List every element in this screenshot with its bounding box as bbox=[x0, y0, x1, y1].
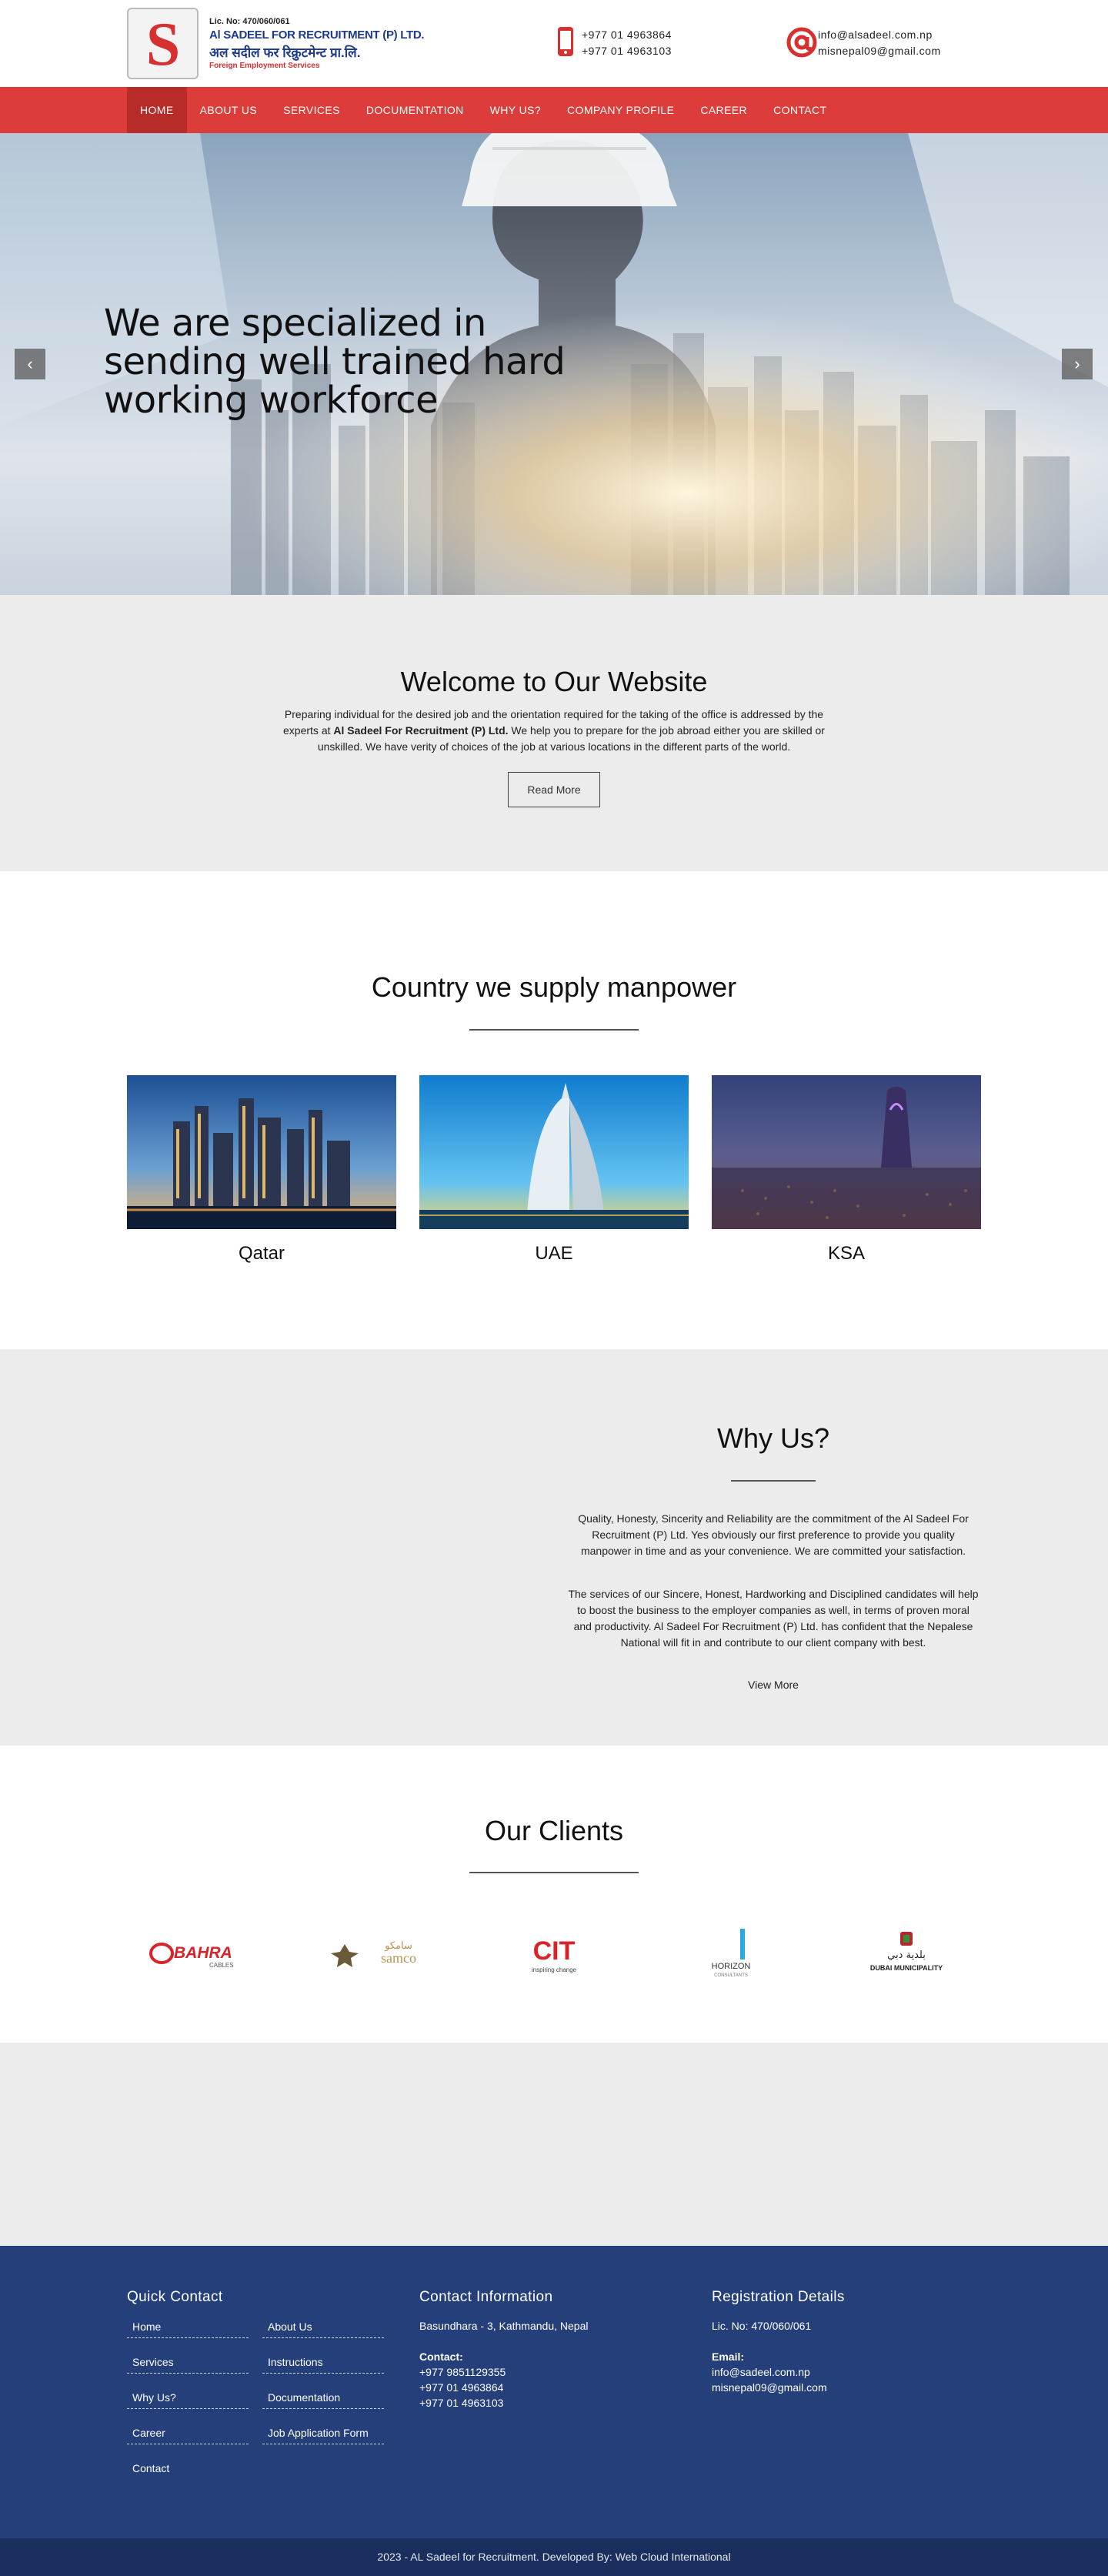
logo-tagline: Foreign Employment Services bbox=[209, 62, 320, 70]
uae-image bbox=[419, 1075, 689, 1229]
why-us-divider bbox=[731, 1480, 816, 1482]
hero-title: We are specialized in sending well train… bbox=[104, 302, 566, 422]
client-logo-dubai-municipality[interactable]: بلدية دبي DUBAI MUNICIPALITY bbox=[841, 1923, 972, 1984]
welcome-title: Welcome to Our Website bbox=[400, 666, 708, 697]
why-us-title: Why Us? bbox=[716, 1422, 830, 1454]
footer-link-why-us[interactable]: Why Us? bbox=[127, 2389, 249, 2409]
footer-link-contact[interactable]: Contact bbox=[127, 2460, 249, 2480]
client-logo-horizon-text: HORIZON bbox=[712, 1962, 751, 1971]
hero-slider: We are specialized in sending well train… bbox=[0, 133, 1108, 595]
client-logo-samco-text: samco bbox=[381, 1950, 416, 1966]
footer-link-services[interactable]: Services bbox=[127, 2354, 249, 2374]
header-phone-2[interactable]: +977 01 4963103 bbox=[582, 43, 672, 59]
qatar-image bbox=[127, 1075, 396, 1229]
nav-contact[interactable]: CONTACT bbox=[760, 87, 839, 133]
header-phone-1[interactable]: +977 01 4963864 bbox=[582, 27, 672, 43]
country-name-uae: UAE bbox=[535, 1243, 573, 1264]
clients-divider bbox=[469, 1872, 639, 1873]
ksa-image bbox=[712, 1075, 981, 1229]
view-more-link[interactable]: View More bbox=[568, 1679, 979, 1691]
footer-phone-2[interactable]: +977 01 4963864 bbox=[419, 2380, 696, 2395]
footer-quick-contact-title: Quick Contact bbox=[127, 2289, 223, 2305]
nav-services[interactable]: SERVICES bbox=[270, 87, 353, 133]
header-email-1[interactable]: info@alsadeel.com.np bbox=[818, 27, 941, 43]
welcome-section: Welcome to Our Website Preparing individ… bbox=[0, 595, 1108, 871]
footer-link-about-us[interactable]: About Us bbox=[262, 2318, 384, 2338]
map-placeholder-section bbox=[0, 2043, 1108, 2246]
client-logo-cit[interactable]: CIT inspiring change bbox=[489, 1923, 619, 1984]
country-card-uae[interactable]: UAE bbox=[419, 1075, 689, 1265]
footer-email-1[interactable]: info@sadeel.com.np bbox=[712, 2364, 989, 2380]
client-logo-bahra-text: BAHRA bbox=[174, 1944, 232, 1962]
clients-title: Our Clients bbox=[484, 1815, 624, 1846]
welcome-company-name: Al Sadeel For Recruitment (P) Ltd. bbox=[333, 724, 509, 737]
company-logo[interactable]: S Lic. No: 470/060/061 Al SADEEL FOR REC… bbox=[127, 8, 425, 81]
phone-icon bbox=[558, 27, 573, 56]
read-more-button[interactable]: Read More bbox=[508, 772, 600, 807]
footer-contact-information: Contact Information Basundhara - 3, Kath… bbox=[419, 2289, 696, 2411]
footer-email-label: Email: bbox=[712, 2350, 745, 2363]
footer-registration-title: Registration Details bbox=[712, 2289, 845, 2305]
footer-link-documentation[interactable]: Documentation bbox=[262, 2389, 384, 2409]
why-us-section: Why Us? Quality, Honesty, Sincerity and … bbox=[0, 1349, 1108, 1746]
nav-career[interactable]: CAREER bbox=[687, 87, 760, 133]
countries-title: Country we supply manpower bbox=[371, 971, 737, 1003]
nav-why-us[interactable]: WHY US? bbox=[477, 87, 554, 133]
footer-contact-label: Contact: bbox=[419, 2350, 463, 2363]
footer-registration-details: Registration Details Lic. No: 470/060/06… bbox=[712, 2289, 989, 2395]
countries-divider bbox=[469, 1029, 639, 1031]
main-navigation: HOME ABOUT US SERVICES DOCUMENTATION WHY… bbox=[0, 87, 1108, 133]
why-us-paragraph-2: The services of our Sincere, Honest, Har… bbox=[568, 1588, 979, 1649]
footer-phone-1[interactable]: +977 9851129355 bbox=[419, 2364, 696, 2380]
logo-nepali-name: अल सदील फर रिक्रुटमेन्ट प्रा.लि. bbox=[209, 45, 361, 60]
country-name-ksa: KSA bbox=[827, 1243, 866, 1264]
header-email-2[interactable]: misnepal09@gmail.com bbox=[818, 43, 941, 59]
logo-company-name: Al SADEEL FOR RECRUITMENT (P) LTD. bbox=[209, 28, 425, 42]
client-logo-bahra[interactable]: BAHRA CABLES bbox=[138, 1923, 269, 1984]
site-footer: Quick Contact Home About Us Services Ins… bbox=[0, 2246, 1108, 2538]
logo-emblem: S bbox=[127, 8, 199, 79]
nav-company-profile[interactable]: COMPANY PROFILE bbox=[554, 87, 687, 133]
footer-link-job-application-form[interactable]: Job Application Form bbox=[262, 2424, 384, 2444]
clients-section: Our Clients BAHRA CABLES سامكو samco CIT… bbox=[0, 1746, 1108, 2043]
why-us-paragraph-1: Quality, Honesty, Sincerity and Reliabil… bbox=[578, 1512, 969, 1557]
footer-email-label-row: Email: bbox=[712, 2349, 989, 2364]
footer-address: Basundhara - 3, Kathmandu, Nepal bbox=[419, 2320, 589, 2332]
at-sign-icon bbox=[786, 27, 817, 58]
site-header: S Lic. No: 470/060/061 Al SADEEL FOR REC… bbox=[0, 0, 1108, 87]
footer-link-instructions[interactable]: Instructions bbox=[262, 2354, 384, 2374]
chevron-left-icon[interactable]: ‹ bbox=[15, 349, 45, 379]
footer-link-home[interactable]: Home bbox=[127, 2318, 249, 2338]
footer-email-2[interactable]: misnepal09@gmail.com bbox=[712, 2380, 989, 2395]
footer-contact-label-row: Contact: bbox=[419, 2349, 696, 2364]
client-logo-bahra-sub: CABLES bbox=[209, 1962, 234, 1969]
nav-about-us[interactable]: ABOUT US bbox=[187, 87, 271, 133]
footer-license: Lic. No: 470/060/061 bbox=[712, 2320, 812, 2332]
client-logo-horizon[interactable]: HORIZON CONSULTANTS bbox=[666, 1923, 796, 1984]
nav-documentation[interactable]: DOCUMENTATION bbox=[353, 87, 477, 133]
footer-phone-3[interactable]: +977 01 4963103 bbox=[419, 2395, 696, 2411]
logo-license: Lic. No: 470/060/061 bbox=[209, 17, 290, 26]
client-logo-dubai-sub: بلدية دبي bbox=[887, 1950, 926, 1961]
chevron-right-icon[interactable]: › bbox=[1062, 349, 1093, 379]
client-logo-cit-sub: inspiring change bbox=[532, 1966, 577, 1973]
country-name-qatar: Qatar bbox=[238, 1243, 285, 1264]
footer-quick-contact: Quick Contact Home About Us Services Ins… bbox=[127, 2289, 404, 2503]
client-logo-cit-text: CIT bbox=[533, 1936, 576, 1966]
client-logo-samco[interactable]: سامكو samco bbox=[317, 1923, 448, 1984]
country-card-ksa[interactable]: KSA bbox=[712, 1075, 981, 1265]
country-card-qatar[interactable]: Qatar bbox=[127, 1075, 396, 1265]
client-logo-dubai-text: DUBAI MUNICIPALITY bbox=[870, 1964, 943, 1972]
countries-section: Country we supply manpower Qatar UAE KSA bbox=[0, 871, 1108, 1349]
footer-link-career[interactable]: Career bbox=[127, 2424, 249, 2444]
footer-contact-title: Contact Information bbox=[419, 2289, 553, 2305]
client-logo-horizon-sub: CONSULTANTS bbox=[714, 1973, 748, 1978]
nav-home[interactable]: HOME bbox=[127, 87, 187, 133]
logo-letter: S bbox=[145, 11, 181, 79]
copyright-bar: 2023 - AL Sadeel for Recruitment. Develo… bbox=[0, 2538, 1108, 2576]
welcome-text: Preparing individual for the desired job… bbox=[275, 707, 833, 755]
